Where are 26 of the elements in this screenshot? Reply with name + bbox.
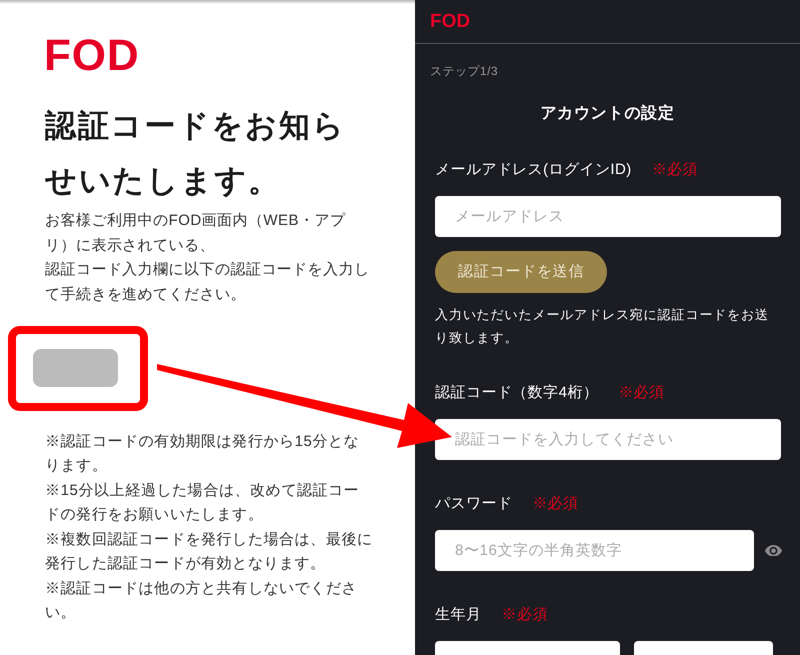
field-label: パスワード <box>435 494 512 514</box>
required-mark: ※必須 <box>618 383 665 403</box>
note-text: ※15分以上経過した場合は、改めて認証コー ドの発行をお願いいたします。 <box>45 480 360 526</box>
select-field[interactable] <box>435 641 620 655</box>
note-text: ※認証コードは他の方と共有しないでくださ い。 <box>45 578 357 624</box>
step-indicator: ステップ1/3 <box>430 63 498 80</box>
required-mark: ※必須 <box>532 494 579 514</box>
notice-heading: 認証コードをお知ら せいたします。 <box>45 107 346 200</box>
input-field[interactable]: 認証コードを入力してください <box>435 419 781 460</box>
note-text: ※複数回認証コードを発行した場合は、最後に 発行した認証コードが有効となります。 <box>45 530 373 574</box>
help-text: 入力いただいたメールアドレス宛に認証コードをお送 り致します。 <box>435 306 770 347</box>
required-mark: ※必須 <box>652 160 698 180</box>
required-mark: ※必須 <box>501 605 548 625</box>
field-label: メールアドレス(ログインID) <box>435 160 632 180</box>
eye-icon[interactable] <box>765 544 782 556</box>
intro-text: お客様ご利用中のFOD画面内（WEB・アプ リ）に表示されている、 認証コード入力欄に以下の認証コードを入力し て手続きを進めてください。 <box>45 211 370 306</box>
note-text: ※認証コードの有効期限は発行から15分とな ります。 <box>45 432 360 476</box>
fod-logo[interactable]: FOD <box>430 12 470 31</box>
input-field[interactable]: 8〜16文字の半角英数字 <box>435 530 754 571</box>
send-code-button[interactable]: 認証コードを送信 <box>435 251 607 293</box>
form-title: アカウントの設定 <box>540 103 675 124</box>
input-field[interactable]: メールアドレス <box>435 196 781 237</box>
select-field[interactable] <box>634 641 773 655</box>
field-label: 認証コード（数字4桁） <box>435 383 598 403</box>
field-label: 生年月 <box>435 605 482 625</box>
fod-logo: FOD <box>44 34 140 78</box>
